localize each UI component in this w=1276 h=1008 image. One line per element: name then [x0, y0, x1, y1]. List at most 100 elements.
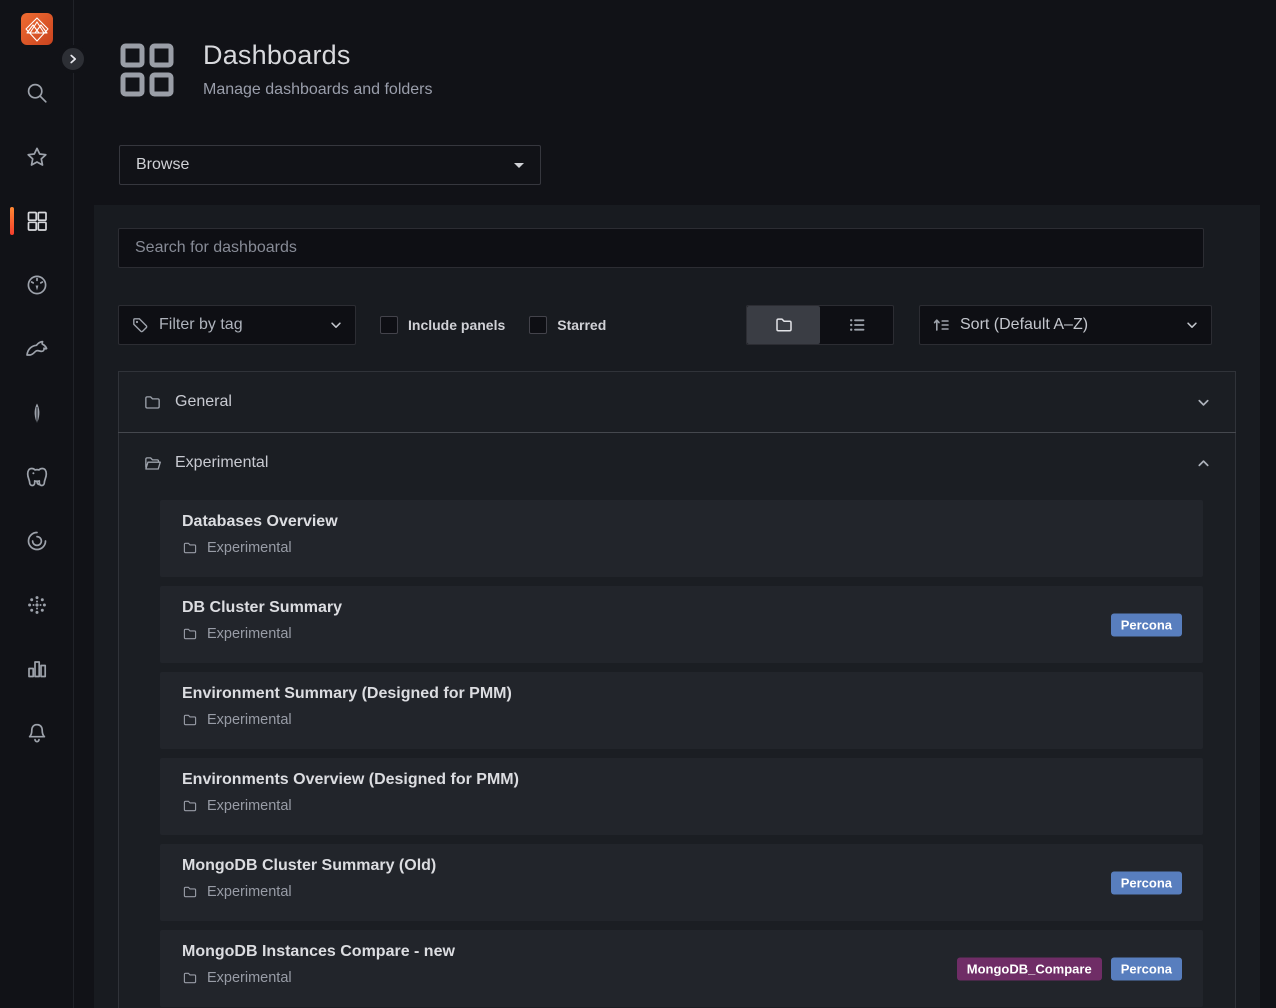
page-header: Dashboards Manage dashboards and folders: [119, 40, 1276, 103]
search-results-panel: Filter by tag Include panels Starred: [94, 205, 1260, 1008]
dashboards-grid-icon: [25, 209, 49, 233]
sort-select[interactable]: Sort (Default A–Z): [919, 305, 1212, 345]
dashboard-tags: Percona: [1111, 871, 1182, 894]
sidebar-item-advanced-data-exploration[interactable]: [0, 657, 74, 681]
list-view-icon: [847, 315, 867, 335]
folder-icon: [182, 970, 198, 986]
folder-icon: [182, 540, 198, 556]
folder-view-button[interactable]: [747, 306, 820, 344]
starred-checkbox-box[interactable]: [529, 316, 547, 334]
dashboard-tags: MongoDB_Compare Percona: [957, 957, 1182, 980]
sidebar-item-postgresql[interactable]: [0, 465, 74, 489]
search-input[interactable]: [118, 228, 1204, 268]
main-content: Dashboards Manage dashboards and folders…: [74, 0, 1276, 1008]
dashboard-folder-name: Experimental: [207, 626, 292, 642]
browse-tab-select[interactable]: Browse: [119, 145, 541, 185]
browse-dashboards-screen: Dashboards Manage dashboards and folders…: [0, 0, 1276, 1008]
dashboard-card-list: Databases Overview Experimental DB Clust…: [119, 493, 1235, 1008]
dashboards-page-icon: [119, 42, 175, 103]
search-icon: [25, 81, 49, 105]
sidebar-item-mysql[interactable]: [0, 337, 74, 361]
chevron-down-icon: [1196, 395, 1211, 410]
dashboard-title: Environment Summary (Designed for PMM): [182, 685, 1003, 703]
chevron-down-icon: [329, 318, 343, 332]
chevron-up-icon: [1196, 456, 1211, 471]
folder-row-general[interactable]: General: [119, 372, 1235, 432]
dashboard-title: Databases Overview: [182, 513, 1003, 531]
view-mode-toggle: [746, 305, 894, 345]
dashboard-folder-meta: Experimental: [182, 712, 1003, 728]
list-view-button[interactable]: [820, 306, 893, 344]
dashboard-title: Environments Overview (Designed for PMM): [182, 771, 1003, 789]
tag-badge[interactable]: Percona: [1111, 871, 1182, 894]
sort-icon: [932, 316, 950, 334]
proxysql-icon: [25, 529, 49, 553]
dashboard-card[interactable]: DB Cluster Summary Experimental Percona: [160, 586, 1203, 663]
sort-select-label: Sort (Default A–Z): [960, 316, 1088, 334]
sidebar-expand-button[interactable]: [59, 45, 87, 73]
sidebar-item-dashboards[interactable]: [0, 209, 74, 233]
include-panels-checkbox[interactable]: Include panels: [380, 316, 505, 334]
sidebar-item-mongodb[interactable]: [0, 401, 74, 425]
dashboard-folder-name: Experimental: [207, 540, 292, 556]
tag-badge[interactable]: MongoDB_Compare: [957, 957, 1102, 980]
bell-icon: [25, 721, 49, 745]
folder-icon: [182, 626, 198, 642]
page-subtitle: Manage dashboards and folders: [203, 81, 433, 99]
dashboard-folder-meta: Experimental: [182, 884, 1003, 900]
dashboard-folder-name: Experimental: [207, 798, 292, 814]
filter-row: Filter by tag Include panels Starred: [118, 305, 1212, 345]
mysql-icon: [24, 337, 50, 361]
sidebar: [0, 0, 74, 1008]
star-icon: [25, 145, 49, 169]
dashboard-folder-meta: Experimental: [182, 626, 1003, 642]
caret-down-icon: [514, 163, 524, 168]
sidebar-item-starred[interactable]: [0, 145, 74, 169]
sidebar-item-search[interactable]: [0, 81, 74, 105]
chevron-down-icon: [1185, 318, 1199, 332]
dashboard-folder-name: Experimental: [207, 712, 292, 728]
folder-icon: [182, 712, 198, 728]
tag-icon: [131, 316, 149, 334]
include-panels-checkbox-box[interactable]: [380, 316, 398, 334]
include-panels-label: Include panels: [408, 317, 505, 333]
dashboard-folder-name: Experimental: [207, 884, 292, 900]
folder-icon: [182, 884, 198, 900]
dashboard-card[interactable]: MongoDB Instances Compare - new Experime…: [160, 930, 1203, 1007]
dashboard-title: MongoDB Cluster Summary (Old): [182, 857, 1003, 875]
postgresql-icon: [25, 465, 49, 489]
starred-checkbox[interactable]: Starred: [529, 316, 606, 334]
dashboard-card[interactable]: Databases Overview Experimental: [160, 500, 1203, 577]
mongodb-icon: [25, 401, 49, 425]
tag-filter-select[interactable]: Filter by tag: [118, 305, 356, 345]
percona-logo[interactable]: [21, 13, 53, 45]
folder-name: Experimental: [175, 454, 268, 472]
folder-section-general: General: [118, 371, 1236, 433]
dashboard-folder-meta: Experimental: [182, 970, 1003, 986]
tag-badge[interactable]: Percona: [1111, 613, 1182, 636]
folder-row-experimental[interactable]: Experimental: [119, 433, 1235, 493]
starred-label: Starred: [557, 317, 606, 333]
page-title: Dashboards: [203, 40, 433, 71]
bar-chart-icon: [25, 657, 49, 681]
sidebar-item-proxysql[interactable]: [0, 529, 74, 553]
folder-icon: [143, 393, 162, 412]
gauge-icon: [25, 273, 49, 297]
dashboard-card[interactable]: Environment Summary (Designed for PMM) E…: [160, 672, 1203, 749]
sidebar-item-haproxy[interactable]: [0, 593, 74, 617]
dashboard-card[interactable]: MongoDB Cluster Summary (Old) Experiment…: [160, 844, 1203, 921]
dashboard-tags: Percona: [1111, 613, 1182, 636]
dashboard-title: MongoDB Instances Compare - new: [182, 943, 1003, 961]
sidebar-item-alerting[interactable]: [0, 721, 74, 745]
dashboard-folder-name: Experimental: [207, 970, 292, 986]
folder-name: General: [175, 393, 232, 411]
dashboard-card[interactable]: Environments Overview (Designed for PMM)…: [160, 758, 1203, 835]
folder-section-experimental: Experimental Databases Overview Experime…: [118, 432, 1236, 1008]
dashboard-folder-meta: Experimental: [182, 798, 1003, 814]
haproxy-icon: [25, 593, 49, 617]
sidebar-item-query-analytics[interactable]: [0, 273, 74, 297]
browse-tab-label: Browse: [136, 156, 189, 174]
dashboard-folder-meta: Experimental: [182, 540, 1003, 556]
dashboard-title: DB Cluster Summary: [182, 599, 1003, 617]
tag-badge[interactable]: Percona: [1111, 957, 1182, 980]
